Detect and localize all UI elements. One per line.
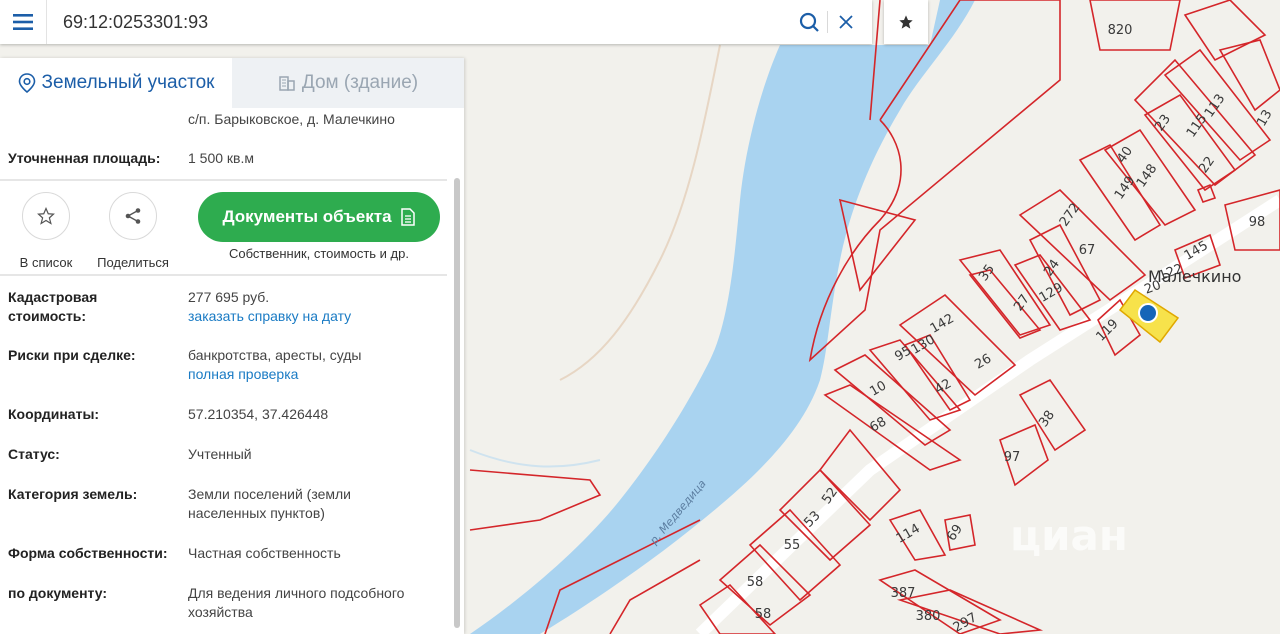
tab-land-plot[interactable]: Земельный участок — [0, 58, 232, 108]
scrollbar[interactable] — [454, 178, 460, 628]
divider — [0, 179, 447, 181]
building-icon — [279, 76, 295, 91]
plot-number-label: 97 — [1004, 450, 1021, 465]
search-button[interactable] — [791, 0, 827, 44]
plot-number-label: 98 — [1249, 215, 1266, 230]
full-check-link[interactable]: полная проверка — [188, 366, 298, 382]
divider — [0, 274, 447, 276]
plot-number-label: 387 — [891, 586, 916, 601]
documents-button[interactable]: Документы объекта — [198, 192, 440, 242]
plot-number-label: 55 — [784, 538, 801, 553]
document-icon — [400, 208, 415, 226]
add-to-list-button[interactable] — [22, 192, 70, 240]
tab-building[interactable]: Дом (здание) — [232, 58, 464, 108]
cadastral-value-group: 277 695 руб. заказать справку на дату — [188, 288, 448, 326]
search-input[interactable] — [47, 1, 791, 43]
map-pin-icon — [18, 73, 35, 93]
coordinates-label: Координаты: — [8, 406, 100, 422]
address-value: с/п. Барыковское, д. Малечкино — [188, 111, 395, 127]
village-label: Малечкино — [1148, 267, 1241, 286]
documents-button-label: Документы объекта — [222, 207, 392, 226]
plot-number-label: 380 — [916, 609, 941, 624]
menu-button[interactable] — [0, 0, 47, 44]
ownership-label: Форма собственности: — [8, 545, 168, 561]
area-value: 1 500 кв.м — [188, 150, 255, 166]
plot-number-label: 67 — [1079, 243, 1096, 258]
documents-subtitle: Собственник, стоимость и др. — [228, 246, 409, 261]
add-to-list-label: В список — [19, 255, 73, 270]
risks-label: Риски при сделке: — [8, 347, 136, 363]
share-label: Поделиться — [97, 255, 169, 270]
tab-land-plot-label: Земельный участок — [41, 72, 215, 93]
plot-number-label: 58 — [755, 607, 772, 622]
document-purpose-label: по документу: — [8, 585, 108, 601]
risks-value-group: банкротства, аресты, суды полная проверк… — [188, 346, 448, 384]
ownership-value: Частная собственность — [188, 545, 341, 561]
info-panel: Земельный участок Дом (здание) с/п. Бары… — [0, 58, 464, 634]
risks-value: банкротства, аресты, суды — [188, 347, 362, 363]
cadastral-value: 277 695 руб. — [188, 289, 270, 305]
coordinates-value: 57.210354, 37.426448 — [188, 406, 329, 422]
share-icon — [125, 208, 141, 224]
search-icon — [799, 12, 819, 32]
land-category-label: Категория земель: — [8, 486, 138, 502]
share-action: Поделиться — [89, 192, 177, 270]
status-value: Учтенный — [188, 446, 252, 462]
cadastral-label: Кадастровая стоимость: — [8, 289, 98, 324]
plot-number-label: 820 — [1108, 23, 1133, 38]
plot-number-label: 58 — [747, 575, 764, 590]
tab-bar: Земельный участок Дом (здание) — [0, 58, 464, 108]
favorite-button[interactable] — [884, 0, 928, 44]
area-label: Уточненная площадь: — [8, 150, 161, 166]
star-outline-icon — [37, 207, 55, 225]
document-purpose-value: Для ведения личного подсобного хозяйства — [188, 585, 405, 620]
clear-button[interactable] — [828, 0, 864, 44]
status-label: Статус: — [8, 446, 60, 462]
star-icon — [899, 15, 913, 29]
land-category-value: Земли поселений (земли населенных пункто… — [188, 486, 351, 521]
watermark: циан — [1010, 511, 1128, 560]
add-to-list-action: В список — [2, 192, 90, 270]
location-marker[interactable] — [1138, 303, 1158, 323]
order-certificate-link[interactable]: заказать справку на дату — [188, 308, 351, 324]
close-icon — [839, 15, 853, 29]
share-button[interactable] — [109, 192, 157, 240]
tab-building-label: Дом (здание) — [301, 72, 419, 93]
search-bar — [0, 0, 872, 44]
hamburger-icon — [13, 14, 33, 30]
